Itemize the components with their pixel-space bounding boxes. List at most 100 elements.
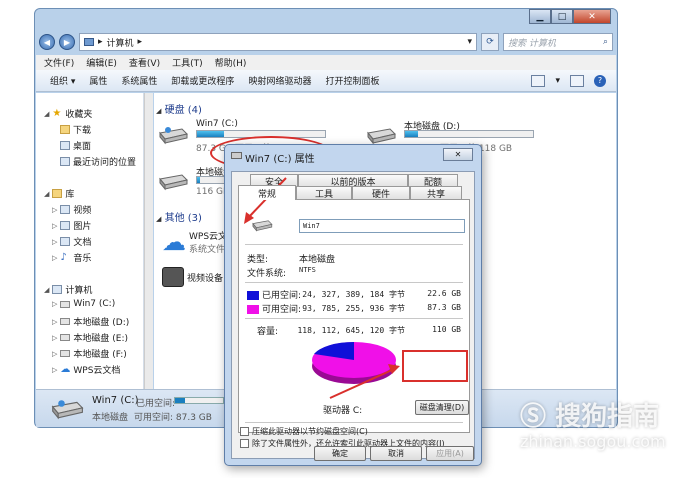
used-color-swatch (247, 291, 259, 300)
tab-sharing[interactable]: 共享 (410, 186, 462, 200)
compress-checkbox-row[interactable]: 压缩此驱动器以节约磁盘空间(C) (240, 426, 368, 437)
tab-general[interactable]: 常规 (238, 185, 296, 200)
address-bar[interactable]: ▸ 计算机 ▸ ▾ (79, 33, 477, 51)
expand-icon[interactable]: ◢ (44, 286, 49, 294)
menu-help[interactable]: 帮助(H) (215, 56, 247, 69)
maximize-button[interactable]: □ (551, 9, 573, 24)
compress-checkbox[interactable] (240, 427, 249, 436)
control-panel-button[interactable]: 打开控制面板 (325, 74, 379, 87)
collapse-icon[interactable]: ▷ (52, 334, 57, 342)
hard-drive-icon (51, 400, 84, 420)
system-properties-button[interactable]: 系统属性 (121, 74, 157, 87)
collapse-icon[interactable]: ▷ (52, 300, 57, 308)
index-checkbox[interactable] (240, 439, 249, 448)
filesystem-value: NTFS (299, 266, 316, 274)
disk-cleanup-button[interactable]: 磁盘清理(D) (415, 400, 469, 415)
help-icon[interactable]: ? (594, 74, 606, 87)
minimize-button[interactable]: ▁ (529, 9, 551, 24)
address-path[interactable]: 计算机 (107, 36, 134, 49)
ok-button[interactable]: 确定 (314, 446, 366, 461)
collapse-icon[interactable]: ▷ (52, 318, 57, 326)
map-drive-button[interactable]: 映射网络驱动器 (248, 74, 311, 87)
uninstall-button[interactable]: 卸载或更改程序 (171, 74, 234, 87)
address-row: ◀ ▶ ▸ 计算机 ▸ ▾ ⟳ 搜索 计算机 ⌕ (39, 31, 613, 53)
expand-icon[interactable]: ◢ (44, 110, 49, 118)
forward-icon[interactable]: ▶ (59, 34, 75, 50)
type-label: 类型: (247, 255, 269, 265)
details-free: 可用空间: 87.3 GB (134, 413, 212, 423)
expand-icon[interactable]: ◢ (44, 190, 49, 198)
details-type: 本地磁盘 (92, 413, 129, 423)
sidebar-item-drive-e[interactable]: ▷ 本地磁盘 (E:) (52, 331, 128, 345)
collapse-icon[interactable]: ▷ (52, 366, 57, 374)
organize-button[interactable]: 组织 ▾ (50, 74, 75, 87)
cloud-icon: ☁ (60, 364, 71, 375)
group-header-other[interactable]: ◢ 其他 (3) (156, 209, 202, 224)
collapse-icon[interactable]: ▷ (52, 238, 57, 246)
sidebar-item-pictures[interactable]: ▷ 图片 (52, 219, 91, 232)
sidebar-scrollbar[interactable] (144, 93, 153, 389)
sidebar-item-recent[interactable]: 最近访问的位置 (60, 155, 136, 168)
sidebar-item-downloads[interactable]: 下载 (60, 123, 91, 136)
refresh-icon[interactable]: ⟳ (481, 33, 499, 51)
menu-tools[interactable]: 工具(T) (172, 56, 203, 69)
sidebar-item-drive-f[interactable]: ▷ 本地磁盘 (F:) (52, 347, 127, 361)
computer-icon (52, 285, 63, 294)
menu-view[interactable]: 查看(V) (129, 56, 160, 69)
close-button[interactable]: ✕ (573, 9, 611, 24)
back-icon[interactable]: ◀ (39, 34, 55, 50)
details-drive-name: Win7 (C:) (92, 395, 139, 406)
sidebar-item-desktop[interactable]: 桌面 (60, 139, 91, 152)
drive-icon (60, 334, 71, 341)
view-options-icon[interactable] (531, 74, 546, 87)
collapse-icon[interactable]: ▷ (52, 206, 57, 214)
wps-cloud-tile[interactable]: ☁ WPS云文 系统文件 (162, 229, 227, 255)
menu-file[interactable]: 文件(F) (44, 56, 74, 69)
preview-pane-icon[interactable] (570, 74, 584, 87)
desktop-icon (60, 141, 70, 150)
dialog-close-button[interactable]: ✕ (443, 148, 473, 161)
watermark-site: zhinan.sogou.com (520, 432, 666, 451)
hard-drive-icon (159, 174, 188, 191)
tab-hardware[interactable]: 硬件 (352, 186, 410, 200)
sidebar-item-documents[interactable]: ▷ 文档 (52, 235, 91, 248)
sidebar-item-label: 下载 (73, 126, 92, 136)
tab-tools[interactable]: 工具 (296, 186, 352, 200)
free-color-swatch (247, 305, 259, 314)
sidebar-item-drive-c[interactable]: ▷ Win7 (C:) (52, 299, 115, 309)
details-usage-fill (175, 398, 186, 403)
group-title: 硬盘 (4) (164, 105, 202, 116)
drive-usage-fill (197, 177, 200, 183)
sidebar-item-drive-d[interactable]: ▷ 本地磁盘 (D:) (52, 315, 129, 329)
group-header-hdd[interactable]: ◢ 硬盘 (4) (156, 101, 202, 116)
drive-icon (60, 350, 71, 357)
search-input[interactable]: 搜索 计算机 ⌕ (503, 33, 613, 51)
used-bytes: 24, 327, 389, 184 字节 (302, 290, 405, 299)
sogou-logo-icon: Ⓢ (520, 402, 547, 432)
sidebar-item-wps-cloud[interactable]: ▷ ☁ WPS云文档 (52, 363, 120, 377)
cancel-button[interactable]: 取消 (370, 446, 422, 461)
video-device-tile[interactable]: 视频设备 (162, 267, 223, 287)
properties-button[interactable]: 属性 (89, 74, 107, 87)
properties-dialog: Win7 (C:) 属性 ✕ 安全 以前的版本 配额 常规 工具 硬件 共享 W… (224, 144, 482, 466)
free-label: 可用空间: (262, 305, 302, 315)
collapse-icon[interactable]: ▷ (52, 350, 57, 358)
drive-usage-fill (405, 131, 418, 137)
sidebar-item-videos[interactable]: ▷ 视频 (52, 203, 91, 216)
chevron-down-icon[interactable]: ▾ (555, 76, 560, 86)
search-icon[interactable]: ⌕ (603, 37, 608, 47)
chevron-down-icon[interactable]: ▾ (467, 37, 472, 47)
sidebar-item-label: 音乐 (73, 254, 92, 264)
group-title: 其他 (3) (164, 213, 202, 224)
sidebar-libraries[interactable]: ◢ 库 (44, 187, 74, 200)
sidebar-computer[interactable]: ◢ 计算机 (44, 283, 92, 296)
volume-name-input[interactable]: Win7 (299, 219, 465, 233)
sidebar-item-music[interactable]: ▷ ♪ 音乐 (52, 251, 92, 265)
menu-edit[interactable]: 编辑(E) (86, 56, 117, 69)
divider (245, 244, 463, 245)
collapse-icon[interactable]: ▷ (52, 254, 57, 262)
free-gb: 87.3 GB (427, 303, 461, 312)
compress-label: 压缩此驱动器以节约磁盘空间(C) (252, 427, 368, 436)
collapse-icon[interactable]: ▷ (52, 222, 57, 230)
sidebar-favorites[interactable]: ◢ ★ 收藏夹 (44, 107, 92, 121)
